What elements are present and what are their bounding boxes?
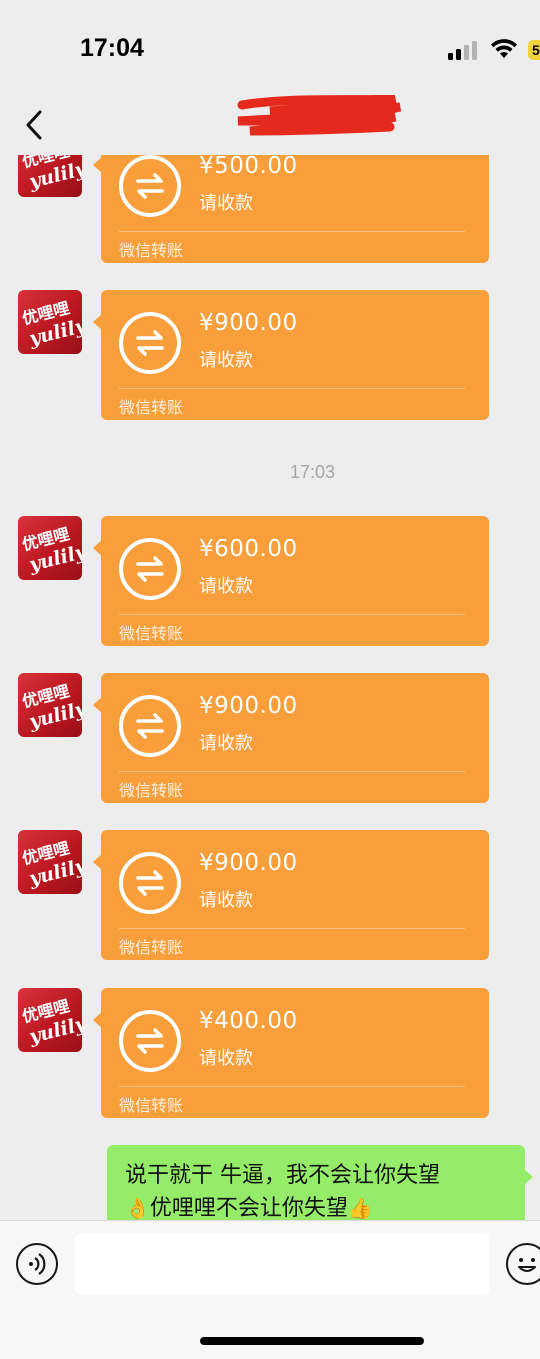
thumbs-up-icon: 👍 xyxy=(347,1196,373,1220)
status-bar: 17:04 5 xyxy=(0,0,540,95)
transfer-arrows-icon xyxy=(119,312,181,374)
contact-avatar[interactable]: 优哩哩 yulily xyxy=(18,516,82,580)
wifi-icon xyxy=(491,39,517,58)
card-divider xyxy=(119,1086,465,1087)
cellular-signal-icon xyxy=(448,40,480,60)
transfer-arrows-icon xyxy=(119,155,181,217)
card-divider xyxy=(119,231,465,232)
transfer-arrows-icon xyxy=(119,538,181,600)
transfer-arrows-icon xyxy=(119,1010,181,1072)
transfer-amount: ¥900.00 xyxy=(199,850,298,876)
chat-title-redacted xyxy=(237,95,402,136)
transfer-footer: 微信转账 xyxy=(119,398,184,417)
transfer-status: 请收款 xyxy=(199,890,253,911)
transfer-status: 请收款 xyxy=(199,733,253,754)
chat-header xyxy=(0,95,540,155)
yulily-logo-icon: 优哩哩 yulily xyxy=(20,681,82,733)
contact-avatar[interactable]: 优哩哩 yulily xyxy=(18,290,82,354)
transfer-amount: ¥500.00 xyxy=(199,155,298,179)
transfer-arrows-icon xyxy=(119,852,181,914)
yulily-logo-icon: 优哩哩 yulily xyxy=(20,298,82,350)
yulily-logo-icon: 优哩哩 yulily xyxy=(20,838,82,890)
status-time: 17:04 xyxy=(80,34,144,62)
message-text: 说干就干 牛逼，我不会让你失望 👌优哩哩不会让你失望👍 xyxy=(125,1159,517,1220)
message-line-2: 👌优哩哩不会让你失望👍 xyxy=(125,1192,517,1220)
transfer-amount: ¥600.00 xyxy=(199,536,298,562)
message-line-1: 说干就干 牛逼，我不会让你失望 xyxy=(125,1163,440,1188)
contact-avatar[interactable]: 优哩哩 yulily xyxy=(18,830,82,894)
home-indicator[interactable] xyxy=(200,1337,424,1345)
transfer-amount: ¥900.00 xyxy=(199,693,298,719)
transfer-card[interactable]: ¥600.00 请收款 微信转账 xyxy=(93,516,489,646)
voice-icon[interactable] xyxy=(16,1243,58,1285)
battery-indicator: 5 xyxy=(528,40,540,60)
contact-avatar[interactable]: 优哩哩 yulily xyxy=(18,155,82,197)
transfer-footer: 微信转账 xyxy=(119,1096,184,1115)
back-chevron-icon[interactable] xyxy=(18,103,50,147)
yulily-logo-icon: 优哩哩 yulily xyxy=(20,524,82,576)
ok-hand-icon: 👌 xyxy=(125,1196,150,1220)
transfer-status: 请收款 xyxy=(199,193,253,214)
card-divider xyxy=(119,388,465,389)
transfer-footer: 微信转账 xyxy=(119,241,184,260)
transfer-footer: 微信转账 xyxy=(119,624,184,643)
transfer-status: 请收款 xyxy=(199,1048,253,1069)
contact-avatar[interactable]: 优哩哩 yulily xyxy=(18,988,82,1052)
card-divider xyxy=(119,614,465,615)
transfer-status: 请收款 xyxy=(199,576,253,597)
card-divider xyxy=(119,771,465,772)
message-line-2-text: 优哩哩不会让你失望 xyxy=(149,1196,348,1220)
message-input[interactable] xyxy=(75,1233,489,1295)
transfer-amount: ¥900.00 xyxy=(199,310,298,336)
transfer-status: 请收款 xyxy=(199,350,253,371)
yulily-logo-icon: 优哩哩 yulily xyxy=(20,155,82,193)
message-timestamp: 17:03 xyxy=(289,462,336,482)
transfer-card[interactable]: ¥900.00 请收款 微信转账 xyxy=(93,290,489,420)
transfer-card[interactable]: ¥900.00 请收款 微信转账 xyxy=(93,673,489,803)
yulily-logo-icon: 优哩哩 yulily xyxy=(20,996,82,1048)
chat-message-list[interactable]: 优哩哩 yulily ¥500.00 请收款 微信转账 优哩哩 yulily ¥… xyxy=(0,155,540,1220)
transfer-card[interactable]: ¥400.00 请收款 微信转账 xyxy=(93,988,489,1118)
transfer-card[interactable]: ¥900.00 请收款 微信转账 xyxy=(93,830,489,960)
transfer-arrows-icon xyxy=(119,695,181,757)
sent-text-bubble[interactable]: 说干就干 牛逼，我不会让你失望 👌优哩哩不会让你失望👍 xyxy=(107,1145,533,1220)
transfer-card[interactable]: ¥500.00 请收款 微信转账 xyxy=(93,155,489,263)
transfer-footer: 微信转账 xyxy=(119,781,184,800)
card-divider xyxy=(119,928,465,929)
emoji-icon[interactable] xyxy=(506,1243,540,1285)
contact-avatar[interactable]: 优哩哩 yulily xyxy=(18,673,82,737)
transfer-amount: ¥400.00 xyxy=(199,1008,298,1034)
transfer-footer: 微信转账 xyxy=(119,938,184,957)
